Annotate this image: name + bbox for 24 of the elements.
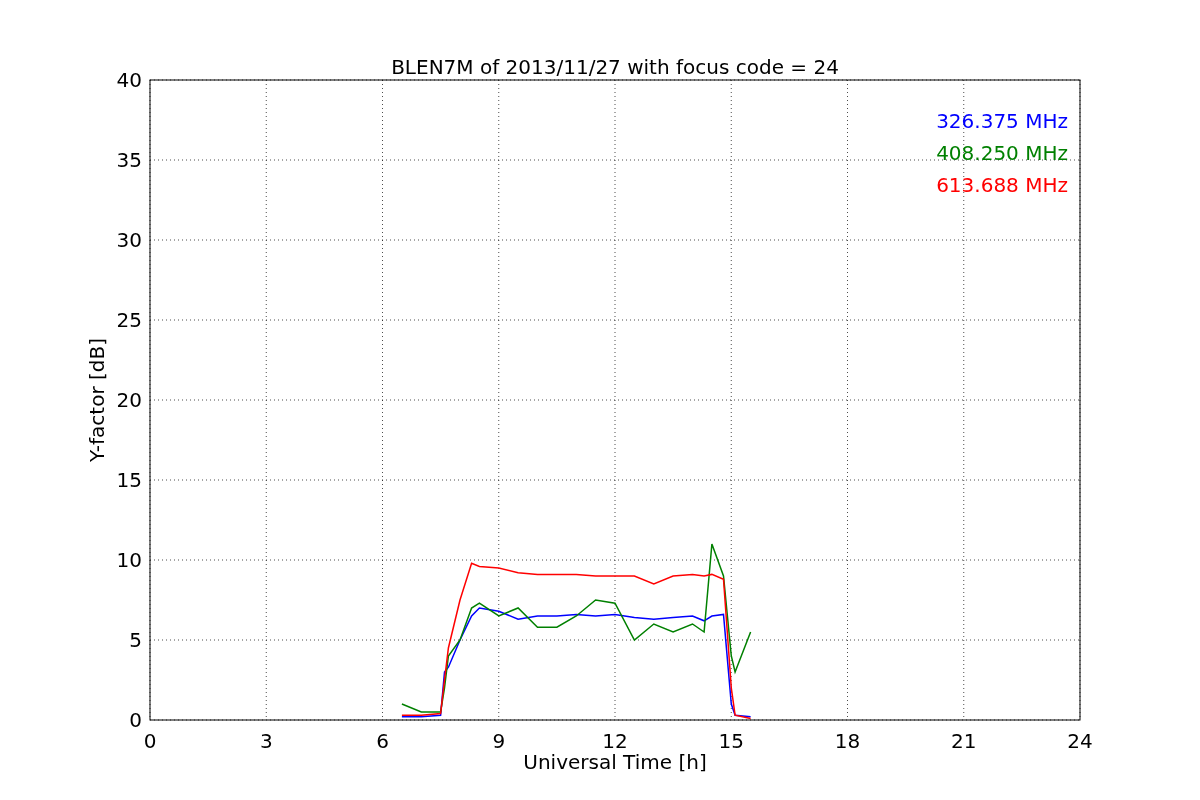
y-tick-label: 20 (116, 388, 142, 412)
x-tick-label: 6 (376, 729, 389, 753)
x-tick-label: 15 (718, 729, 744, 753)
y-tick-label: 5 (129, 628, 142, 652)
y-tick-label: 0 (129, 708, 142, 732)
legend-label: 326.375 MHz (936, 109, 1068, 133)
x-tick-label: 18 (834, 729, 861, 753)
y-tick-label: 30 (116, 228, 142, 252)
y-tick-label: 40 (116, 68, 142, 92)
chart-title: BLEN7M of 2013/11/27 with focus code = 24 (391, 55, 839, 79)
x-axis-label: Universal Time [h] (523, 750, 707, 774)
y-tick-label: 10 (116, 548, 142, 572)
x-tick-label: 12 (602, 729, 628, 753)
x-tick-label: 9 (492, 729, 506, 753)
x-tick-label: 3 (259, 729, 273, 753)
legend-label: 613.688 MHz (936, 173, 1068, 197)
y-axis-label: Y-factor [dB] (85, 338, 109, 462)
y-tick-label: 15 (116, 468, 142, 492)
x-tick-label: 24 (1067, 729, 1093, 753)
y-tick-label: 35 (116, 148, 142, 172)
y-tick-label: 25 (116, 308, 142, 332)
x-tick-label: 0 (143, 729, 157, 753)
x-tick-label: 21 (951, 729, 977, 753)
legend-label: 408.250 MHz (936, 141, 1068, 165)
